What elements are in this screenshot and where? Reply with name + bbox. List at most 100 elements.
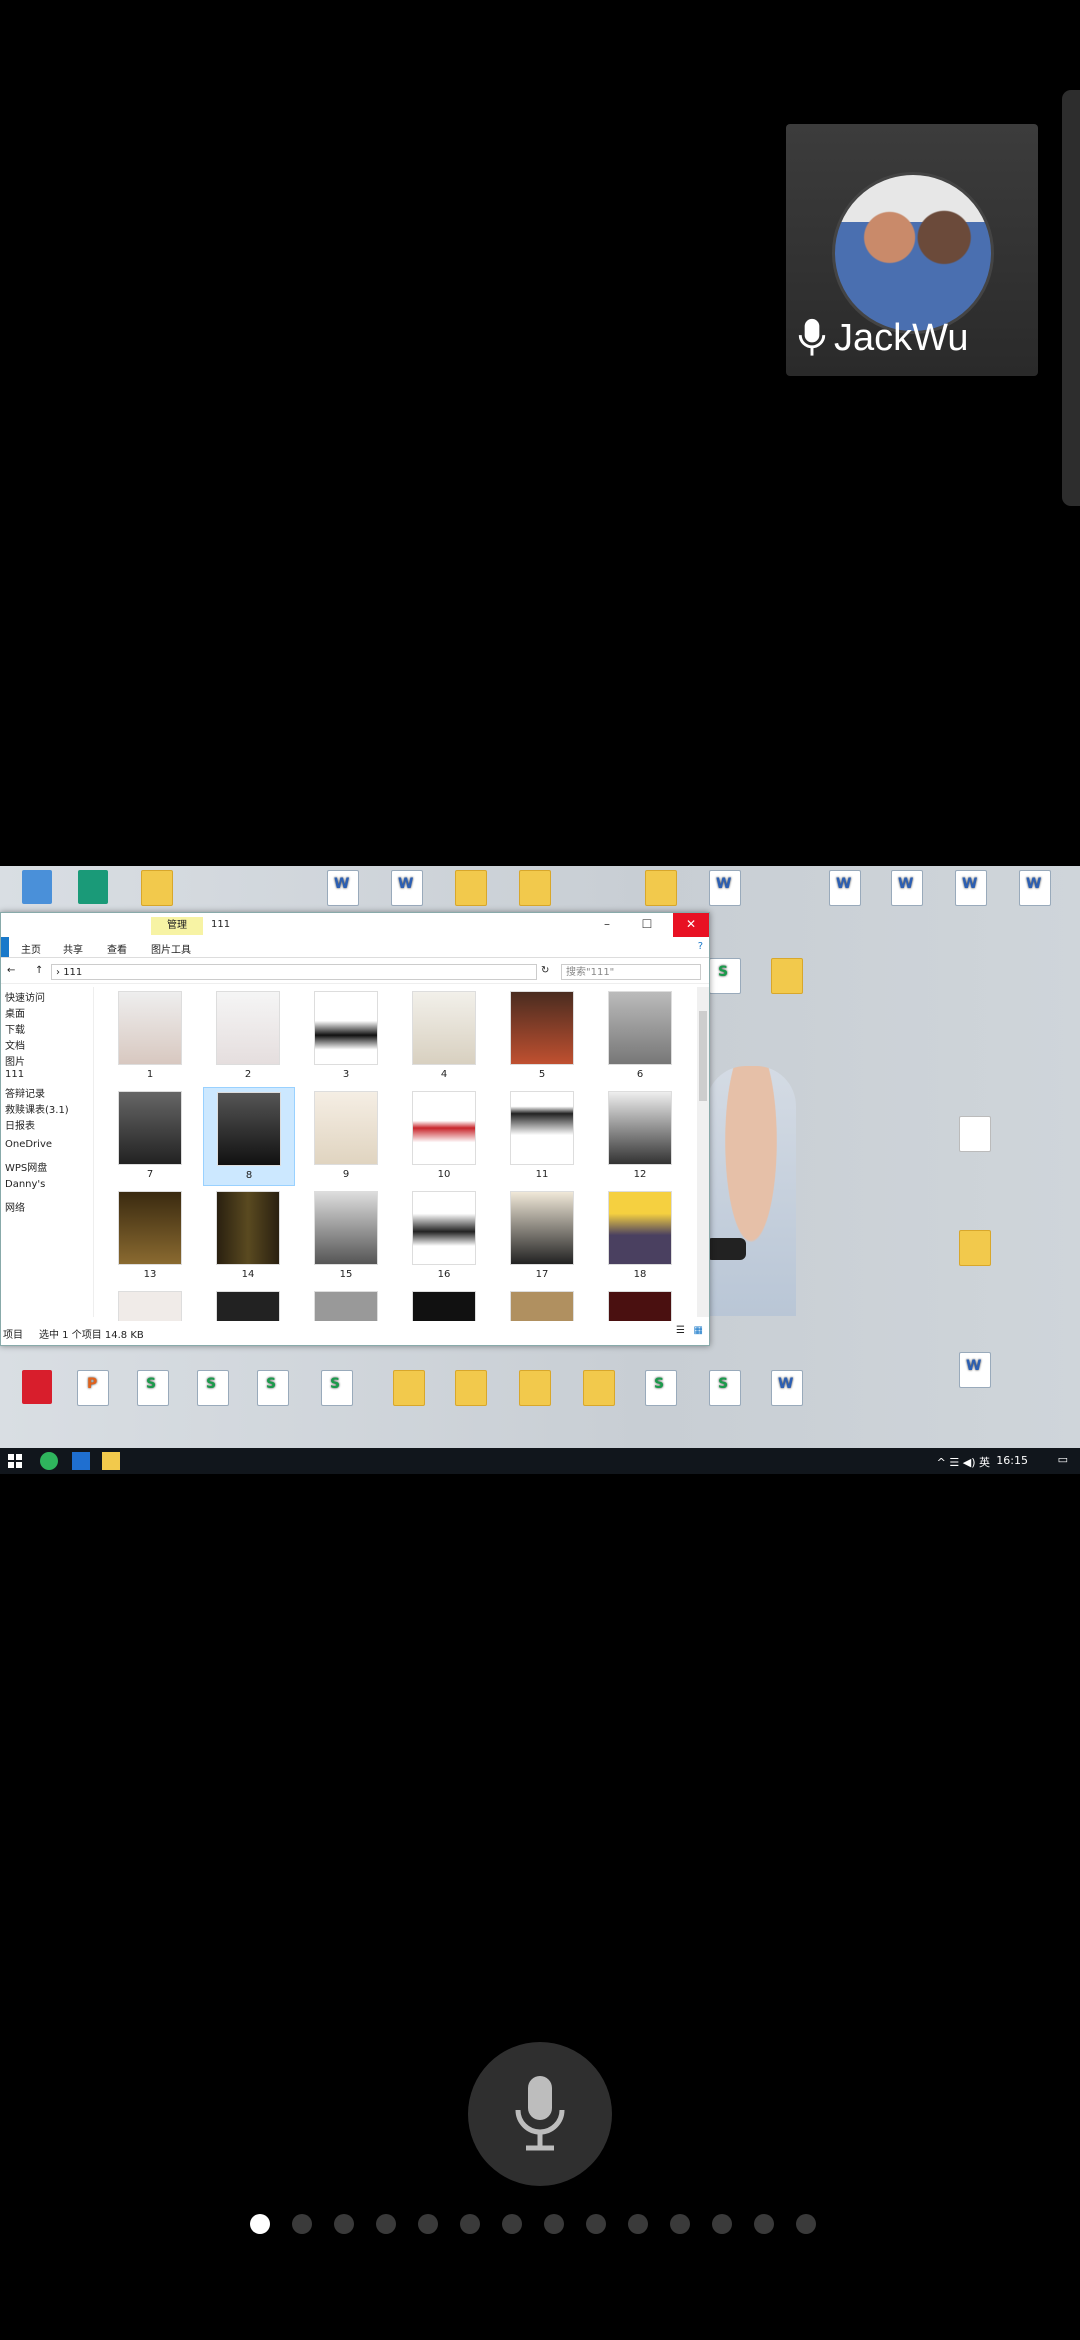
desktop-icon-folder[interactable] [434, 870, 508, 908]
desktop-icon-folder[interactable] [498, 870, 572, 908]
tab-share[interactable]: 共享 [63, 941, 83, 956]
desktop-icon-folder[interactable] [750, 958, 824, 996]
side-scroll-handle[interactable] [1062, 90, 1080, 506]
page-dot-active[interactable] [250, 2214, 270, 2234]
page-dot[interactable] [418, 2214, 438, 2234]
desktop-icon-sheet[interactable] [300, 1370, 374, 1408]
nav-pictures[interactable]: 图片 [5, 1053, 25, 1068]
page-dot[interactable] [586, 2214, 606, 2234]
file-item[interactable] [497, 1291, 587, 1321]
file-item[interactable]: 7 [105, 1091, 195, 1180]
page-dot[interactable] [670, 2214, 690, 2234]
desktop-icon-sheet[interactable] [624, 1370, 698, 1408]
path-input[interactable]: › 111 [51, 964, 537, 980]
desktop-icon-word[interactable] [938, 1352, 1012, 1390]
page-dot[interactable] [292, 2214, 312, 2234]
up-arrow-icon[interactable]: ↑ [35, 965, 43, 976]
file-item[interactable]: 11 [497, 1091, 587, 1180]
file-item[interactable]: 17 [497, 1191, 587, 1280]
file-item[interactable] [595, 1291, 685, 1321]
nav-downloads[interactable]: 下载 [5, 1021, 25, 1036]
nav-folder[interactable]: 日报表 [5, 1117, 35, 1132]
file-item-selected[interactable]: 8 [203, 1087, 295, 1186]
desktop-icon-document[interactable] [938, 1116, 1012, 1154]
details-view-icon[interactable]: ☰ [676, 1325, 685, 1336]
system-tray[interactable]: ^ ☰ ◀) 英 [937, 1454, 990, 1470]
desktop-icon-sheet[interactable] [236, 1370, 310, 1408]
vertical-scrollbar[interactable] [697, 987, 709, 1317]
back-arrow-icon[interactable]: ← [7, 965, 15, 976]
explorer-titlebar[interactable]: 管理 111 – ☐ ✕ [1, 913, 709, 937]
nav-desktop[interactable]: 桌面 [5, 1005, 25, 1020]
minimize-button[interactable]: – [589, 913, 625, 937]
desktop-icon-folder[interactable] [498, 1370, 572, 1408]
mute-button[interactable] [468, 2042, 612, 2186]
desktop-icon-folder[interactable] [434, 1370, 508, 1408]
nav-folder[interactable]: 答辩记录 [5, 1085, 45, 1100]
nav-this-pc[interactable]: Danny's [5, 1179, 45, 1190]
tab-home[interactable]: 主页 [21, 941, 41, 956]
page-dot[interactable] [460, 2214, 480, 2234]
page-dot[interactable] [754, 2214, 774, 2234]
file-item[interactable] [399, 1291, 489, 1321]
desktop-icon-word[interactable] [934, 870, 1008, 908]
nav-folder-111[interactable]: 111 [5, 1069, 24, 1080]
file-item[interactable]: 10 [399, 1091, 489, 1180]
file-item[interactable]: 13 [105, 1191, 195, 1280]
file-item[interactable]: 6 [595, 991, 685, 1080]
page-dot[interactable] [796, 2214, 816, 2234]
clock[interactable]: 16:15 [996, 1454, 1028, 1467]
page-dot[interactable] [376, 2214, 396, 2234]
desktop-icon-word[interactable] [688, 870, 762, 908]
file-item[interactable]: 3 [301, 991, 391, 1080]
tab-file[interactable] [1, 937, 9, 957]
page-dot[interactable] [544, 2214, 564, 2234]
desktop-icon-word[interactable] [370, 870, 444, 908]
windows-start-icon[interactable] [6, 1452, 24, 1470]
file-item[interactable]: 1 [105, 991, 195, 1080]
path-segment[interactable]: 111 [63, 967, 82, 978]
refresh-icon[interactable]: ↻ [541, 965, 549, 976]
desktop-icon-word[interactable] [870, 870, 944, 908]
file-item[interactable]: 12 [595, 1091, 685, 1180]
wechat-icon[interactable] [40, 1452, 58, 1470]
file-item[interactable] [203, 1291, 293, 1321]
page-dot[interactable] [628, 2214, 648, 2234]
page-dot[interactable] [502, 2214, 522, 2234]
tab-manage[interactable]: 管理 [151, 917, 203, 935]
participant-tile[interactable]: JackWu [786, 124, 1038, 376]
file-item[interactable]: 9 [301, 1091, 391, 1180]
tab-picture-tools[interactable]: 图片工具 [151, 941, 191, 956]
desktop-icon-folder[interactable] [120, 870, 194, 908]
desktop-icon-word[interactable] [750, 1370, 824, 1408]
tab-view[interactable]: 查看 [107, 941, 127, 956]
thumbnail-view-icon[interactable]: ▦ [694, 1325, 703, 1336]
desktop-icon-word[interactable] [998, 870, 1072, 908]
file-item[interactable]: 18 [595, 1191, 685, 1280]
file-item[interactable]: 2 [203, 991, 293, 1080]
scrollbar-thumb[interactable] [699, 1011, 707, 1101]
page-dot[interactable] [712, 2214, 732, 2234]
nav-quick-access[interactable]: 快速访问 [5, 989, 45, 1004]
nav-network[interactable]: 网络 [5, 1199, 25, 1214]
nav-folder[interactable]: 救赎课表(3.1) [5, 1101, 69, 1116]
file-item[interactable] [105, 1291, 195, 1321]
ime-indicator[interactable]: 英 [979, 1456, 990, 1469]
help-icon[interactable]: ? [698, 941, 703, 952]
nav-documents[interactable]: 文档 [5, 1037, 25, 1052]
notification-icon[interactable]: ▭ [1058, 1453, 1068, 1466]
file-item[interactable] [301, 1291, 391, 1321]
search-input[interactable]: 搜索"111" [561, 964, 701, 980]
file-item[interactable]: 15 [301, 1191, 391, 1280]
desktop-icon-folder[interactable] [938, 1230, 1012, 1268]
maximize-button[interactable]: ☐ [629, 913, 665, 937]
nav-onedrive[interactable]: OneDrive [5, 1139, 52, 1150]
file-item[interactable]: 4 [399, 991, 489, 1080]
close-button[interactable]: ✕ [673, 913, 709, 937]
file-explorer-taskbar-icon[interactable] [102, 1452, 120, 1470]
desktop-icon-folder[interactable] [624, 870, 698, 908]
file-item[interactable]: 14 [203, 1191, 293, 1280]
desktop-icon-word[interactable] [306, 870, 380, 908]
app-taskbar-icon[interactable] [72, 1452, 90, 1470]
file-item[interactable]: 16 [399, 1191, 489, 1280]
